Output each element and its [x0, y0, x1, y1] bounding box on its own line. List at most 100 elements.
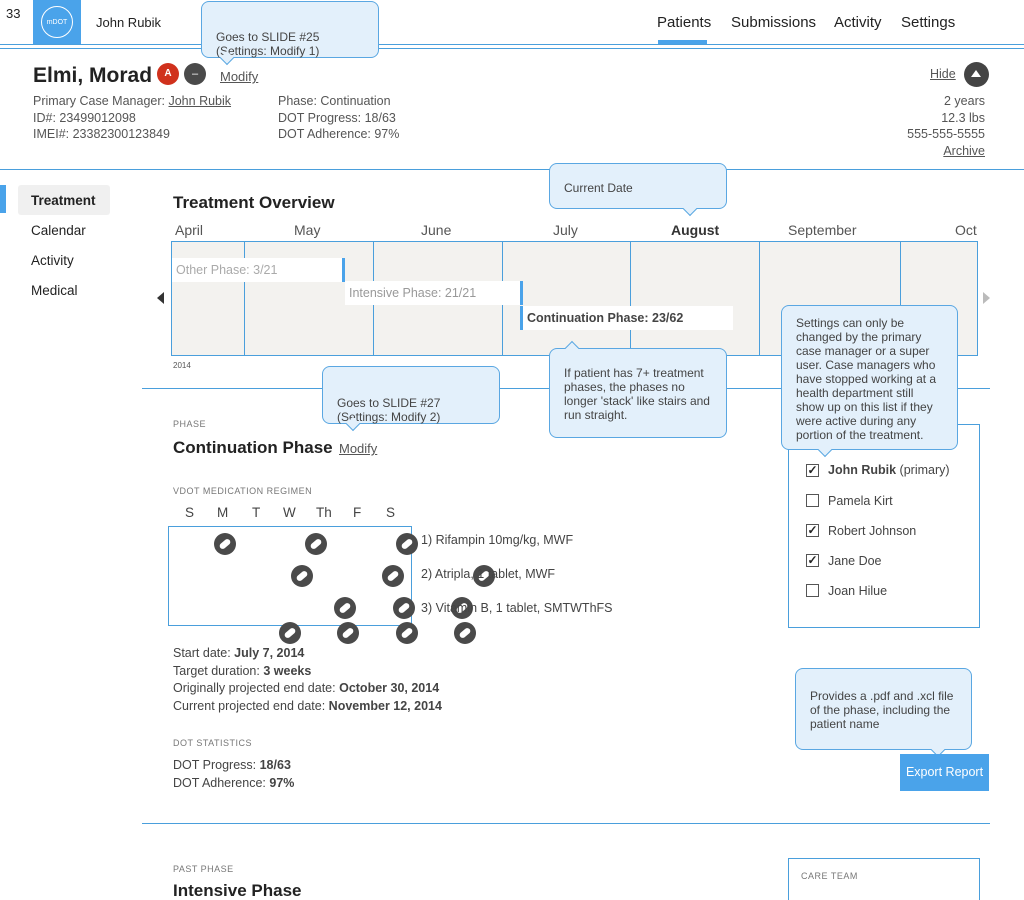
- adherence-badge-a: A: [157, 63, 179, 85]
- timeline-phase-other[interactable]: Other Phase: 3/21: [172, 258, 345, 282]
- export-report-button[interactable]: Export Report: [900, 754, 989, 791]
- medication-2: 2) Atripla, 1 tablet, MWF: [421, 567, 556, 581]
- care-team-box-past: CARE TEAM: [788, 858, 980, 900]
- slide-number: 33: [6, 6, 21, 21]
- start-date: July 7, 2014: [234, 646, 305, 660]
- sidebar-item-medical[interactable]: Medical: [31, 283, 78, 298]
- timeline-next-icon[interactable]: [983, 292, 990, 304]
- month-oct: Oct: [955, 222, 977, 238]
- orig-end-date: October 30, 2014: [339, 681, 440, 695]
- month-june: June: [421, 222, 452, 238]
- pill-icon: [381, 565, 404, 587]
- timeline-prev-icon[interactable]: [157, 292, 164, 304]
- regimen-label: VDOT MEDICATION REGIMEN: [173, 486, 313, 496]
- nav-settings[interactable]: Settings: [901, 14, 955, 31]
- logo-text: mDOT: [46, 18, 68, 26]
- patient-info-mid: Phase: Continuation DOT Progress: 18/63 …: [278, 93, 399, 143]
- patient-imei: IMEI#: 23382300123849: [33, 127, 170, 141]
- checkbox-robert-johnson[interactable]: ✓: [806, 524, 819, 537]
- target-duration: 3 weeks: [263, 663, 312, 678]
- phase-section-label: PHASE: [173, 419, 207, 429]
- past-phase-title: Intensive Phase: [173, 881, 302, 900]
- pill-icon: [333, 597, 356, 619]
- overview-title: Treatment Overview: [173, 193, 335, 212]
- dot-stats: DOT Progress: 18/63 DOT Adherence: 97%: [173, 758, 295, 790]
- sidebar-item-activity[interactable]: Activity: [31, 253, 74, 268]
- checkbox-john-rubik[interactable]: ✓: [806, 464, 819, 477]
- patient-divider: [0, 169, 1024, 170]
- checkbox-pamela-kirt[interactable]: [806, 494, 819, 507]
- hide-link[interactable]: Hide: [930, 67, 956, 81]
- pill-icon: [304, 533, 327, 555]
- nav-activity[interactable]: Activity: [834, 14, 882, 31]
- member-pamela-kirt: Pamela Kirt: [828, 494, 893, 508]
- dot-progress-value: 18/63: [259, 758, 291, 772]
- timeline-phase-continuation[interactable]: Continuation Phase: 23/62: [520, 306, 733, 330]
- case-manager-link[interactable]: John Rubik: [168, 94, 231, 108]
- user-name[interactable]: John Rubik: [96, 15, 161, 30]
- pill-icon: [453, 622, 476, 644]
- app-logo[interactable]: mDOT: [33, 0, 81, 44]
- callout-settings-note: Settings can only be changed by the prim…: [781, 305, 958, 458]
- sidebar-active-marker: [0, 185, 6, 213]
- patient-dot-progress: DOT Progress: 18/63: [278, 110, 396, 125]
- pill-icon: [214, 533, 236, 555]
- header-divider-2: [0, 48, 1024, 49]
- pill-icon: [396, 622, 419, 644]
- month-may: May: [294, 222, 321, 238]
- callout-stack-note: If patient has 7+ treatment phases, the …: [549, 340, 727, 438]
- sidebar-item-calendar[interactable]: Calendar: [31, 223, 86, 238]
- care-team-label: CARE TEAM: [801, 871, 858, 881]
- member-robert-johnson: Robert Johnson: [828, 524, 917, 538]
- phase-title: Continuation Phase: [173, 438, 333, 457]
- nav-patients[interactable]: Patients: [657, 14, 711, 31]
- collapse-up-icon[interactable]: [964, 62, 989, 87]
- header-divider: [0, 44, 1024, 45]
- pill-icon: [393, 597, 416, 619]
- phase-dates: Start date: July 7, 2014 Target duration…: [173, 646, 442, 713]
- patient-info-right: 2 years 12.3 lbs 555-555-5555 Archive: [907, 93, 985, 159]
- month-july: July: [553, 222, 578, 238]
- callout-slide-25: Goes to SLIDE #25 (Settings: Modify 1): [201, 1, 379, 66]
- day-th: Th: [316, 505, 332, 520]
- patient-weight: 12.3 lbs: [941, 110, 985, 125]
- checkbox-jane-doe[interactable]: ✓: [806, 554, 819, 567]
- patient-dot-adherence: DOT Adherence: 97%: [278, 127, 400, 141]
- callout-current-date: Current Date: [549, 163, 727, 217]
- logo-circle-icon: mDOT: [41, 6, 73, 38]
- month-september: September: [788, 222, 857, 238]
- status-badge-dash: –: [184, 63, 206, 85]
- phase-divider: [142, 823, 990, 824]
- day-t: T: [252, 505, 261, 520]
- nav-submissions[interactable]: Submissions: [731, 14, 816, 31]
- regimen-grid: [168, 526, 496, 644]
- medication-1: 1) Rifampin 10mg/kg, MWF: [421, 533, 574, 547]
- pill-icon: [279, 622, 301, 644]
- pill-icon: [396, 533, 419, 555]
- medication-3: 3) Vitamin B, 1 tablet, SMTWThFS: [421, 601, 613, 615]
- pill-icon: [336, 622, 359, 644]
- sidebar-item-treatment[interactable]: Treatment: [31, 193, 96, 208]
- past-phase-label: PAST PHASE: [173, 864, 234, 874]
- callout-slide-27: Goes to SLIDE #27 (Settings: Modify 2): [322, 366, 500, 432]
- day-m: M: [217, 505, 229, 520]
- modify-phase-link[interactable]: Modify: [339, 441, 377, 456]
- member-joan-hilue: Joan Hilue: [828, 584, 888, 598]
- patient-phone: 555-555-5555: [907, 127, 985, 141]
- timeline-phase-intensive[interactable]: Intensive Phase: 21/21: [345, 281, 523, 305]
- day-w: W: [283, 505, 296, 520]
- patient-id: ID#: 23499012098: [33, 110, 136, 125]
- dot-stats-label: DOT STATISTICS: [173, 738, 253, 748]
- patient-age: 2 years: [944, 94, 985, 108]
- callout-export-note: Provides a .pdf and .xcl file of the pha…: [795, 668, 972, 758]
- timeline-year: 2014: [173, 361, 191, 370]
- month-august: August: [671, 222, 720, 238]
- modify-patient-link[interactable]: Modify: [220, 69, 258, 84]
- patient-phase: Phase: Continuation: [278, 94, 391, 108]
- patient-info-left: Primary Case Manager: John Rubik ID#: 23…: [33, 94, 232, 141]
- member-jane-doe: Jane Doe: [828, 554, 882, 568]
- archive-link[interactable]: Archive: [907, 143, 985, 160]
- pill-icon: [290, 565, 313, 587]
- checkbox-joan-hilue[interactable]: [806, 584, 819, 597]
- member-john-rubik: John Rubik (primary): [828, 463, 950, 477]
